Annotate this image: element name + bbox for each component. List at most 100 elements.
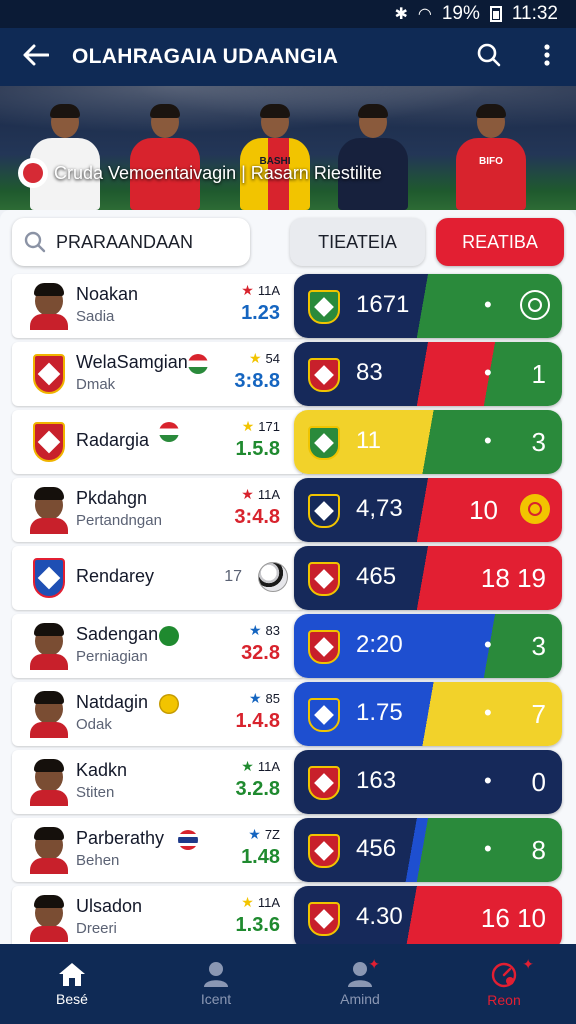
player-card[interactable]: Ulsadon Dreeri ★ 11A 1.3.6 (12, 886, 302, 950)
score-bar[interactable]: 2:20 • 3 (294, 614, 562, 678)
score-right: 10 (469, 495, 498, 525)
star-icon: ★ (241, 282, 254, 298)
star-icon: ★ (248, 826, 261, 842)
score-bar[interactable]: 4,73 10 (294, 478, 562, 542)
team-badge-icon (308, 562, 340, 596)
match-row[interactable]: Radargia ★ 171 1.5.8 11 • 3 (12, 410, 562, 474)
app-bar: OLAHRAGAIA UDAANGIA (0, 28, 576, 86)
match-row[interactable]: Sadengan Perniagian ★ 83 32.8 2:20 • 3 (12, 614, 562, 678)
player-image (330, 100, 416, 210)
score-bar[interactable]: 456 • 8 (294, 818, 562, 882)
player-card[interactable]: Noakan Sadia ★ 11A 1.23 (12, 274, 302, 338)
match-row[interactable]: Kadkn Stiten ★ 11A 3.2.8 163 • 0 (12, 750, 562, 814)
player-image: BIFO (448, 100, 534, 210)
star-icon: ★ (248, 690, 262, 706)
battery-percent: 19% (441, 3, 480, 24)
score-bar[interactable]: 163 • 0 (294, 750, 562, 814)
player-card[interactable]: Sadengan Perniagian ★ 83 32.8 (12, 614, 302, 678)
match-row[interactable]: Pkdahgn Pertandngan ★ 11A 3:4.8 4,73 10 (12, 478, 562, 542)
player-avatar (30, 826, 68, 874)
team-badge-icon (308, 358, 340, 392)
filter-button[interactable]: TIEATEIA (290, 218, 425, 266)
hero-banner[interactable]: BASHI BIFO Cruda Vemoentaivagin | Rasarn… (0, 86, 576, 210)
score-left: 163 (356, 767, 397, 794)
player-card[interactable]: WelaSamgian Dmak ★ 54 3:8.8 (12, 342, 302, 406)
separator-dot: • (484, 836, 492, 861)
country-flag-icon (159, 694, 179, 714)
score-left: 465 (356, 563, 397, 590)
search-icon (24, 231, 46, 253)
match-row[interactable]: Rendarey 17 465 18 19 (12, 546, 562, 610)
score-bar[interactable]: 4.30 16 10 (294, 886, 562, 950)
nav-admin[interactable]: ✦ Amind (288, 944, 432, 1024)
separator-dot: • (484, 292, 492, 317)
player-avatar (30, 758, 68, 806)
home-icon (59, 963, 85, 986)
nav-reports[interactable]: ✦ Reon (432, 944, 576, 1024)
player-card[interactable]: Natdagin Odak ★ 85 1.4.8 (12, 682, 302, 746)
rating-value: 1.3.6 (235, 914, 280, 936)
player-name: WelaSamgian (76, 352, 188, 372)
score-right: 8 (531, 835, 546, 865)
player-avatar (30, 894, 68, 942)
team-badge-icon (308, 426, 340, 460)
match-row[interactable]: Natdagin Odak ★ 85 1.4.8 1.75 • 7 (12, 682, 562, 746)
more-vertical-icon[interactable] (518, 43, 576, 71)
match-row[interactable]: Ulsadon Dreeri ★ 11A 1.3.6 4.30 16 10 (12, 886, 562, 950)
back-arrow-icon[interactable] (0, 28, 72, 86)
nav-label: Amind (340, 991, 380, 1007)
rating-value: 3.2.8 (235, 778, 280, 800)
club-emblem-icon (520, 290, 550, 320)
rank-label: ★ 11A (241, 282, 280, 298)
result-button[interactable]: REATIBA (436, 218, 564, 266)
score-left: 11 (356, 427, 381, 454)
separator-dot: • (484, 428, 492, 453)
score-bar[interactable]: 83 • 1 (294, 342, 562, 406)
battery-icon (489, 6, 502, 22)
results-panel: TIEATEIA REATIBA Noakan Sadia ★11A 1.23 1671… (0, 210, 576, 950)
score-bar[interactable]: 11 • 3 (294, 410, 562, 474)
rank-label: ★ 54 (248, 350, 280, 366)
player-name: Parberathy (76, 828, 165, 848)
player-card[interactable]: Kadkn Stiten ★ 11A 3.2.8 (12, 750, 302, 814)
player-name: Kadkn (76, 760, 128, 780)
search-icon[interactable] (460, 43, 518, 72)
player-name: Rendarey (76, 566, 155, 586)
club-emblem-icon (520, 494, 550, 524)
team-crest-icon (30, 350, 68, 398)
score-bar[interactable]: 1.75 • 7 (294, 682, 562, 746)
search-box[interactable] (12, 218, 250, 266)
rank-label: ★ 83 (248, 622, 280, 638)
player-card[interactable]: Parberathy Behen ★ 7Z 1.48 (12, 818, 302, 882)
rating-value: 3:4.8 (234, 506, 280, 528)
rating-value: 32.8 (241, 642, 280, 664)
player-subtitle: Dmak (76, 376, 116, 393)
player-card[interactable]: Rendarey 17 (12, 546, 302, 610)
score-bar[interactable]: 465 18 19 (294, 546, 562, 610)
player-subtitle: Perniagian (76, 648, 148, 665)
gauge-icon (491, 962, 517, 988)
status-bar: ✱ ◠ 19% 11:32 (0, 0, 576, 28)
match-row[interactable]: Parberathy Behen ★ 7Z 1.48 456 • 8 (12, 818, 562, 882)
nav-home[interactable]: Besé (0, 944, 144, 1024)
player-card[interactable]: Pkdahgn Pertandngan ★ 11A 3:4.8 (12, 478, 302, 542)
nav-account[interactable]: Icent (144, 944, 288, 1024)
player-name: Radargia (76, 430, 150, 450)
rank-label: ★ 85 (248, 690, 280, 706)
rank-label: ★ 7Z (248, 826, 280, 842)
separator-dot: • (484, 700, 492, 725)
player-card[interactable]: Radargia ★ 171 1.5.8 (12, 410, 302, 474)
nav-label: Reon (487, 992, 521, 1008)
score-bar[interactable]: 1671 • (294, 274, 562, 338)
match-row[interactable]: WelaSamgian Dmak ★ 54 3:8.8 83 • 1 (12, 342, 562, 406)
hero-caption-text: Cruda Vemoentaivagin | Rasarn Riestilite (54, 162, 382, 183)
team-badge-icon (308, 630, 340, 664)
search-input[interactable] (56, 231, 236, 253)
player-name: Pkdahgn (76, 488, 148, 508)
player-subtitle: Pertandngan (76, 512, 162, 529)
match-row[interactable]: Noakan Sadia ★ 11A 1.23 1671 • (12, 274, 562, 338)
team-crest-icon (30, 554, 68, 602)
league-logo-icon (18, 158, 48, 188)
rank-label: ★ 171 (241, 418, 280, 434)
rating-value: 1.5.8 (235, 438, 280, 460)
